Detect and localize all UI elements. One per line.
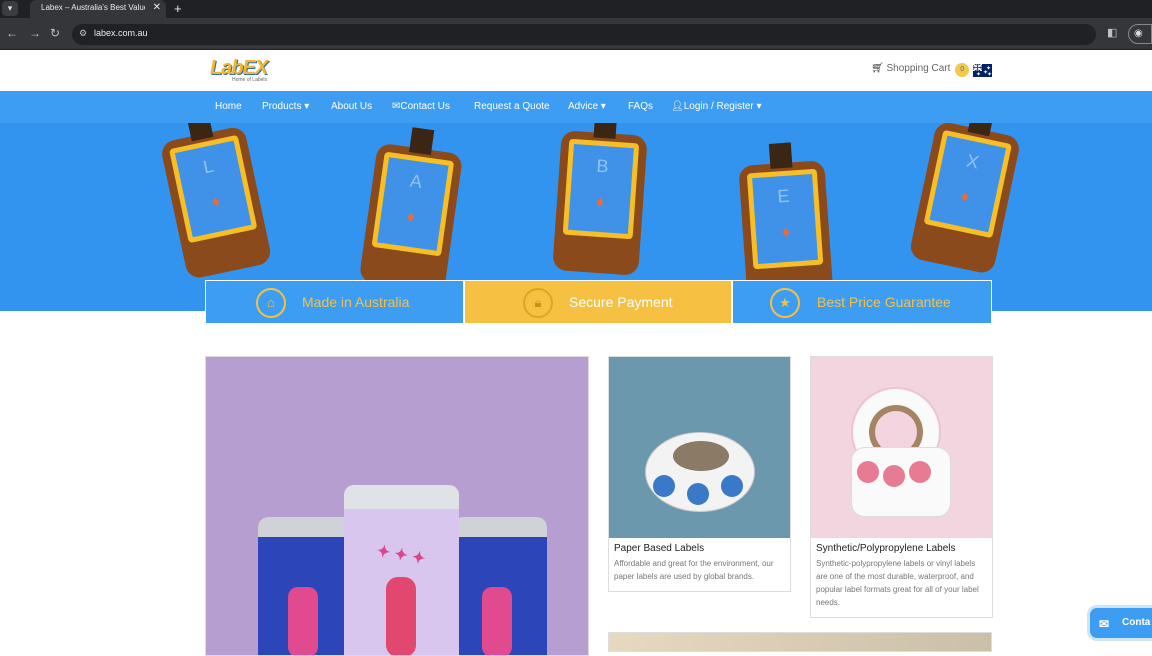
product-card-synthetic[interactable]: Synthetic/Polypropylene Labels Synthetic…	[810, 356, 993, 618]
bottle-letter: E	[776, 185, 791, 207]
hero-bottle: E ♦	[737, 140, 834, 306]
browser-tab[interactable]: Labex – Australia's Best Value C ✕	[30, 0, 166, 18]
can-image	[452, 517, 547, 655]
product-description: Synthetic-polypropylene labels or vinyl …	[816, 559, 979, 607]
logo-tagline: Home of Labels	[232, 77, 268, 83]
envelope-icon: ✉	[1099, 617, 1110, 631]
australia-flag-icon[interactable]: ✦ ✦ ✦ ✦	[973, 64, 992, 78]
nav-home[interactable]: Home	[215, 101, 242, 112]
nav-about-us[interactable]: About Us	[331, 101, 372, 112]
product-description: Affordable and great for the environment…	[614, 559, 774, 581]
url-text[interactable]: labex.com.au	[94, 28, 148, 38]
trust-label: Secure Payment	[569, 294, 673, 310]
trust-best-price: ★ Best Price Guarantee	[732, 280, 992, 324]
browser-tab-bar: ▾ Labex – Australia's Best Value C ✕ +	[0, 0, 1152, 18]
product-title[interactable]: Paper Based Labels	[614, 543, 790, 554]
can-image: ✦ ✦ ✦	[344, 485, 459, 655]
nav-login-register[interactable]: 👤︎Login / Register ▾	[671, 101, 762, 112]
back-icon[interactable]: ←	[6, 26, 18, 40]
tab-title: Labex – Australia's Best Value C	[41, 3, 145, 12]
address-bar-row: ← → ↻ ⚙ labex.com.au ◧ ◉	[0, 18, 1152, 50]
bottle-letter: X	[964, 150, 981, 173]
contact-us-floating-button[interactable]: ✉ Conta	[1087, 605, 1152, 641]
product-card-paper[interactable]: Paper Based Labels Affordable and great …	[608, 356, 791, 592]
paper-labels-image[interactable]	[609, 357, 790, 538]
cart-icon: 🛒︎	[871, 63, 884, 74]
badge-icon: ★	[770, 288, 800, 318]
cart-count-badge: 0	[955, 63, 970, 77]
new-tab-button[interactable]: +	[174, 1, 182, 16]
site-settings-icon[interactable]: ⚙	[79, 28, 87, 39]
site-header: LabEX Home of Labels 🛒︎ Shopping Cart 0 …	[0, 50, 1152, 91]
nav-request-quote[interactable]: Request a Quote	[474, 101, 550, 112]
synthetic-labels-image[interactable]	[811, 357, 992, 538]
contact-button-label: Conta	[1122, 617, 1151, 628]
labex-logo[interactable]: LabEX Home of Labels	[210, 57, 280, 85]
nav-products[interactable]: Products ▾	[262, 101, 309, 112]
user-icon: 👤︎	[671, 101, 684, 112]
trust-made-in-australia: ⌂ Made in Australia	[205, 280, 464, 324]
bottle-letter: A	[408, 170, 424, 192]
close-tab-icon[interactable]: ✕	[153, 2, 161, 13]
nav-contact-us[interactable]: ✉Contact Us	[392, 101, 450, 112]
product-card-next[interactable]	[608, 632, 992, 652]
side-panel-icon[interactable]: ◧	[1107, 26, 1117, 39]
can-image	[258, 517, 353, 655]
featured-cans-image[interactable]: ✦ ✦ ✦	[205, 356, 589, 656]
nav-faqs[interactable]: FAQs	[628, 101, 653, 112]
hero-bottle: B ♦	[552, 123, 649, 276]
hero-bottle: A ♦	[358, 123, 466, 294]
trust-secure-payment: 🔒︎ Secure Payment	[464, 280, 732, 324]
trust-label: Made in Australia	[302, 294, 410, 310]
nav-login-label: Login / Register ▾	[683, 101, 762, 112]
address-bar[interactable]: ⚙ labex.com.au	[72, 24, 1096, 45]
tab-search-icon[interactable]: ▾	[2, 1, 18, 16]
reload-icon[interactable]: ↻	[50, 26, 60, 40]
lock-icon: 🔒︎	[523, 288, 553, 318]
shopping-cart-link[interactable]: 🛒︎ Shopping Cart 0	[871, 63, 970, 77]
hero-bottle: L ♦	[155, 123, 273, 281]
product-title[interactable]: Synthetic/Polypropylene Labels	[816, 543, 992, 554]
profile-icon[interactable]: ◉	[1128, 24, 1152, 44]
bottle-letter: L	[201, 155, 216, 178]
bottle-letter: B	[595, 155, 610, 177]
main-nav: Home Products ▾ About Us ✉Contact Us Req…	[0, 91, 1152, 123]
forward-icon[interactable]: →	[29, 26, 41, 40]
nav-contact-label: Contact Us	[400, 101, 450, 112]
hero-bottle: X ♦	[908, 123, 1025, 276]
australia-map-icon: ⌂	[256, 288, 286, 318]
cart-label: Shopping Cart	[886, 63, 951, 74]
trust-label: Best Price Guarantee	[817, 294, 951, 310]
nav-advice[interactable]: Advice ▾	[568, 101, 606, 112]
